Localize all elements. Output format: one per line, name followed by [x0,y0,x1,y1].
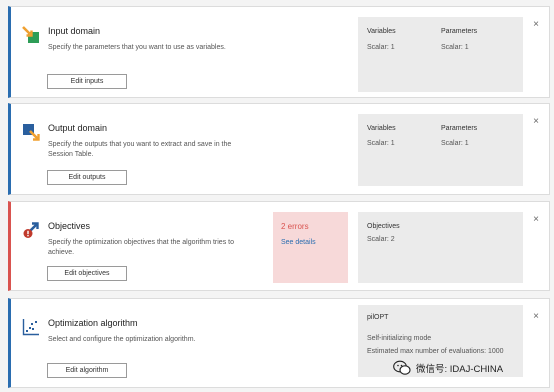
input-summary-panel: Variables Scalar: 1 Parameters Scalar: 1 [358,17,523,92]
edit-inputs-button[interactable]: Edit inputs [47,74,127,89]
output-summary-panel: Variables Scalar: 1 Parameters Scalar: 1 [358,114,523,186]
edit-algorithm-button[interactable]: Edit algorithm [47,363,127,378]
input-domain-card: Input domain Specify the parameters that… [8,6,550,98]
card-title: Input domain [48,26,101,36]
objectives-summary-panel: Objectives Scalar: 2 [358,212,523,283]
variables-header: Variables [367,125,396,132]
output-domain-card: Output domain Specify the outputs that y… [8,103,550,195]
edit-outputs-button[interactable]: Edit outputs [47,170,127,185]
card-description: Specify the parameters that you want to … [48,44,226,51]
see-details-link[interactable]: See details [281,239,316,246]
close-icon[interactable]: × [533,215,539,225]
card-description: Specify the optimization objectives that… [48,239,234,256]
scatter-chart-icon [22,319,39,336]
card-title: Optimization algorithm [48,318,138,328]
watermark-text: 微信号: IDAJ-CHINA [416,364,504,375]
card-description: Specify the outputs that you want to ext… [48,141,232,158]
parameters-value: Scalar: 1 [441,140,469,147]
parameters-header: Parameters [441,28,478,35]
algorithm-evaluations: Estimated max number of evaluations: 100… [367,348,504,355]
wechat-watermark: 微信号: IDAJ-CHINA [393,358,503,378]
edit-objectives-button[interactable]: Edit objectives [47,266,127,281]
objectives-header: Objectives [367,223,400,230]
variables-header: Variables [367,28,396,35]
variables-value: Scalar: 1 [367,140,395,147]
card-title: Objectives [48,221,91,231]
card-title: Output domain [48,123,108,133]
objectives-icon [23,222,39,238]
close-icon[interactable]: × [533,117,539,127]
objectives-card: Objectives Specify the optimization obje… [8,201,550,291]
error-count: 2 errors [281,222,309,231]
output-domain-icon [23,124,40,141]
variables-value: Scalar: 1 [367,44,395,51]
close-icon[interactable]: × [533,312,539,322]
algorithm-mode: Self-initializing mode [367,335,432,342]
algorithm-name: pilOPT [367,314,389,321]
input-domain-icon [22,26,39,43]
objectives-value: Scalar: 2 [367,236,395,243]
parameters-header: Parameters [441,125,478,132]
wechat-icon [393,360,411,375]
parameters-value: Scalar: 1 [441,44,469,51]
card-description: Select and configure the optimization al… [48,336,196,343]
errors-panel: 2 errors See details [273,212,348,283]
close-icon[interactable]: × [533,20,539,30]
